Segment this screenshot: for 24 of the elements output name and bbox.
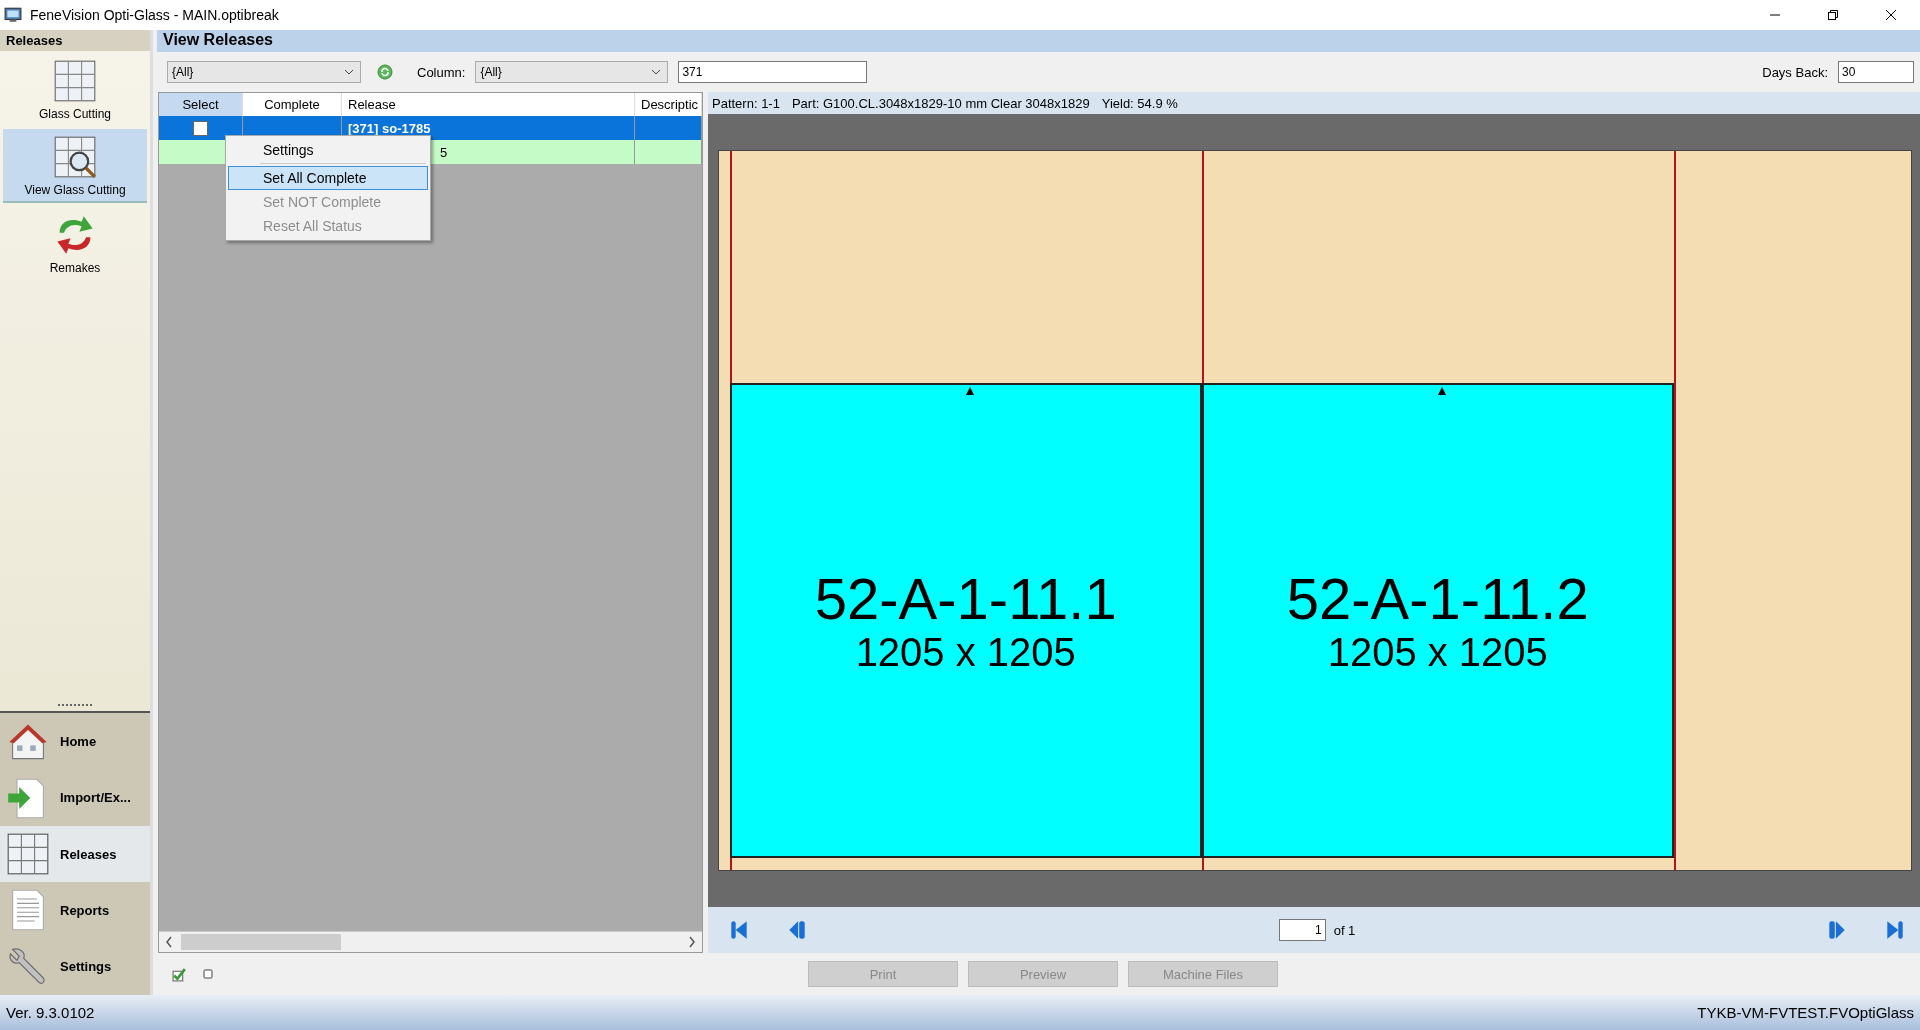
version-text: Ver. 9.3.0102 xyxy=(6,1004,95,1021)
nav-label: Home xyxy=(60,733,97,749)
piece-label: 52-A-1-11.1 xyxy=(814,566,1117,631)
part-text: Part: G100.CL.3048x1829-10 mm Clear 3048x1829 xyxy=(791,95,1090,111)
nav-label: Releases xyxy=(60,846,117,862)
page-title: View Releases xyxy=(157,30,1920,52)
days-back-label: Days Back: xyxy=(1762,64,1828,80)
piece-size: 1205 x 1205 xyxy=(1327,630,1548,675)
nav-label: Reports xyxy=(60,902,110,918)
sidebar-label: View Glass Cutting xyxy=(24,183,126,197)
column-label: Column: xyxy=(417,64,466,80)
release-cell: 5 xyxy=(440,144,448,160)
sidebar-label: Glass Cutting xyxy=(39,107,111,121)
window-title: FeneVision Opti-Glass - MAIN.optibreak xyxy=(30,7,279,23)
piece-label: 52-A-1-11.2 xyxy=(1286,566,1589,631)
sidebar-header: Releases xyxy=(0,30,150,51)
nav-label: Settings xyxy=(60,959,112,975)
yield-text: Yield: 54.9 % xyxy=(1101,95,1178,111)
sidebar-label: Remakes xyxy=(49,261,101,275)
piece-size: 1205 x 1205 xyxy=(855,630,1076,675)
nav-label: Import/Ex... xyxy=(60,790,131,806)
page-count: of 1 xyxy=(1333,922,1356,938)
server-text: TYKB-VM-FVTEST.FVOptiGlass xyxy=(1697,1004,1914,1021)
pattern-text: Pattern: 1-1 xyxy=(712,95,780,111)
